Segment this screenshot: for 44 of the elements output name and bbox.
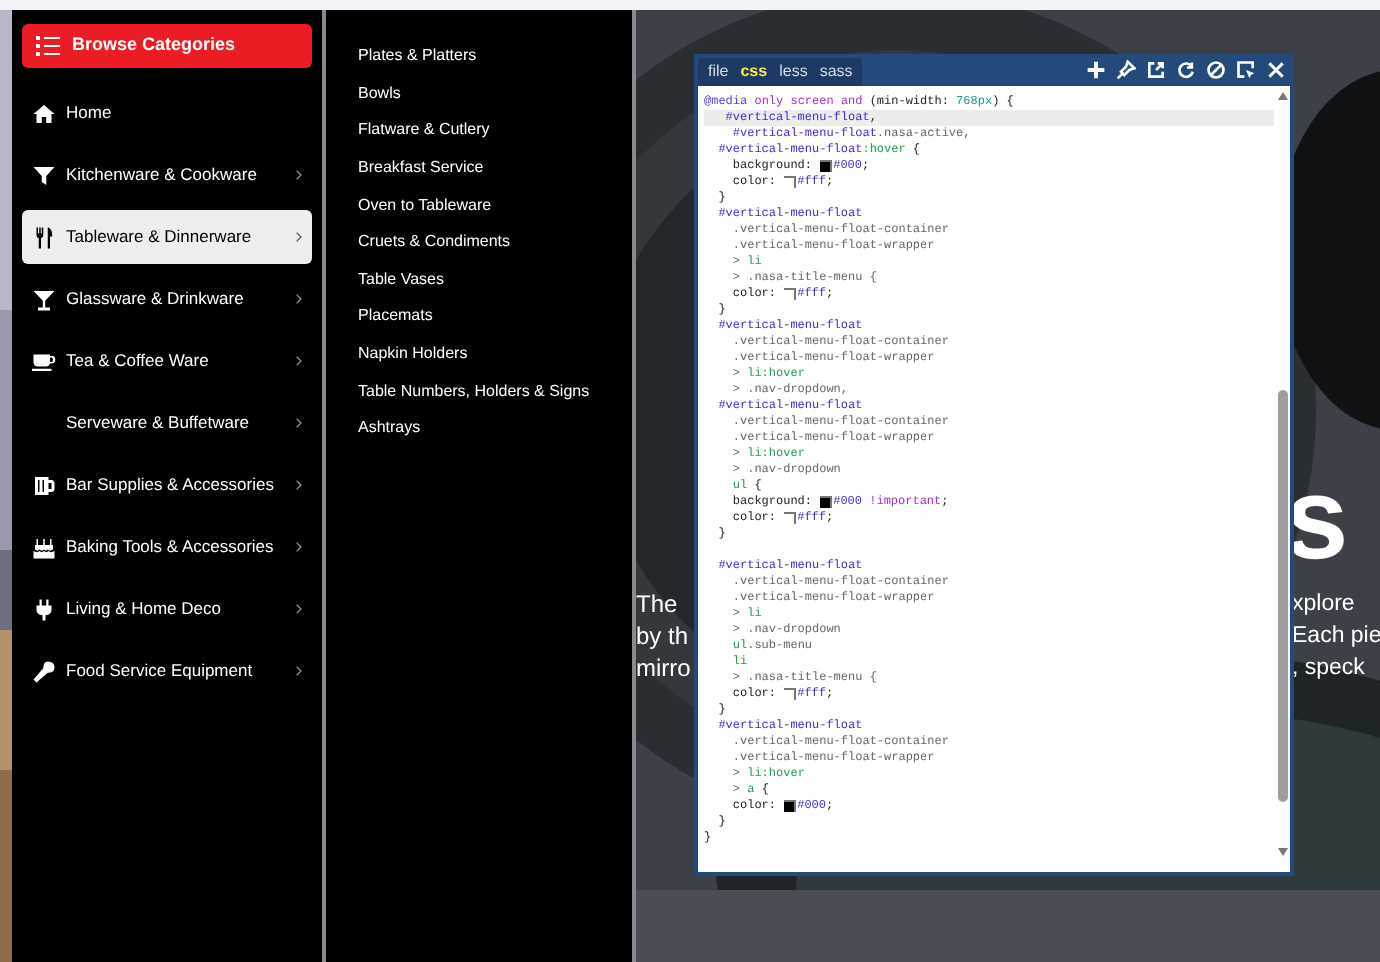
submenu-link[interactable]: Cruets & Condiments bbox=[358, 223, 632, 262]
add-icon[interactable] bbox=[1086, 60, 1106, 80]
hero-text-line: , speck bbox=[1292, 654, 1367, 684]
editor-tab[interactable]: sass bbox=[819, 60, 853, 84]
category-item[interactable]: Tableware & Dinnerware bbox=[22, 210, 312, 264]
submenu-link[interactable]: Oven to Tableware bbox=[358, 186, 632, 224]
submenu-link[interactable]: Table Numbers, Holders & Signs bbox=[358, 372, 632, 410]
submenu-link[interactable]: Napkin Holders bbox=[358, 335, 632, 373]
heading-fragment: s bbox=[1284, 460, 1349, 580]
cake-icon bbox=[32, 535, 56, 559]
external-link-icon[interactable] bbox=[1146, 60, 1166, 80]
coffee-cup-icon bbox=[32, 349, 56, 373]
plug-icon bbox=[32, 597, 56, 621]
hero-text-line: xplore bbox=[1292, 590, 1357, 620]
submenu-link[interactable]: Ashtrays bbox=[358, 409, 632, 448]
scroll-up-icon[interactable] bbox=[1278, 92, 1288, 100]
block-icon[interactable] bbox=[1206, 60, 1226, 80]
pin-icon[interactable] bbox=[1116, 60, 1136, 80]
submenu-link[interactable]: Bowls bbox=[358, 75, 632, 113]
cocktail-glass-icon bbox=[32, 287, 56, 311]
submenu-link[interactable]: Placemats bbox=[358, 298, 632, 336]
list-icon bbox=[36, 36, 60, 56]
editor-tab[interactable]: css bbox=[740, 60, 768, 84]
browse-categories-button[interactable]: Browse Categories bbox=[22, 24, 312, 68]
funnel-icon bbox=[32, 163, 56, 187]
submenu-link[interactable]: Table Vases bbox=[358, 261, 632, 299]
select-element-icon[interactable] bbox=[1236, 60, 1256, 80]
close-icon[interactable] bbox=[1266, 60, 1286, 80]
hero-text-line: The bbox=[636, 588, 680, 620]
refresh-icon[interactable] bbox=[1176, 60, 1196, 80]
scrollbar-thumb[interactable] bbox=[1278, 390, 1288, 802]
home-icon bbox=[32, 101, 56, 125]
beer-mug-icon bbox=[32, 473, 56, 497]
submenu-link[interactable]: Flatware & Cutlery bbox=[358, 112, 632, 150]
submenu-link[interactable]: Plates & Platters bbox=[358, 38, 632, 76]
scroll-down-icon[interactable] bbox=[1278, 848, 1288, 856]
hero-text-line: by th bbox=[636, 620, 691, 652]
submenu-link[interactable]: Breakfast Service bbox=[358, 149, 632, 187]
ladle-icon bbox=[32, 659, 56, 683]
editor-tab[interactable]: file bbox=[708, 60, 729, 84]
hero-text-line: mirro bbox=[636, 652, 691, 684]
hero-text-line: Each pie bbox=[1292, 622, 1380, 652]
fork-knife-icon bbox=[32, 225, 56, 249]
editor-tab[interactable]: less bbox=[779, 60, 808, 84]
